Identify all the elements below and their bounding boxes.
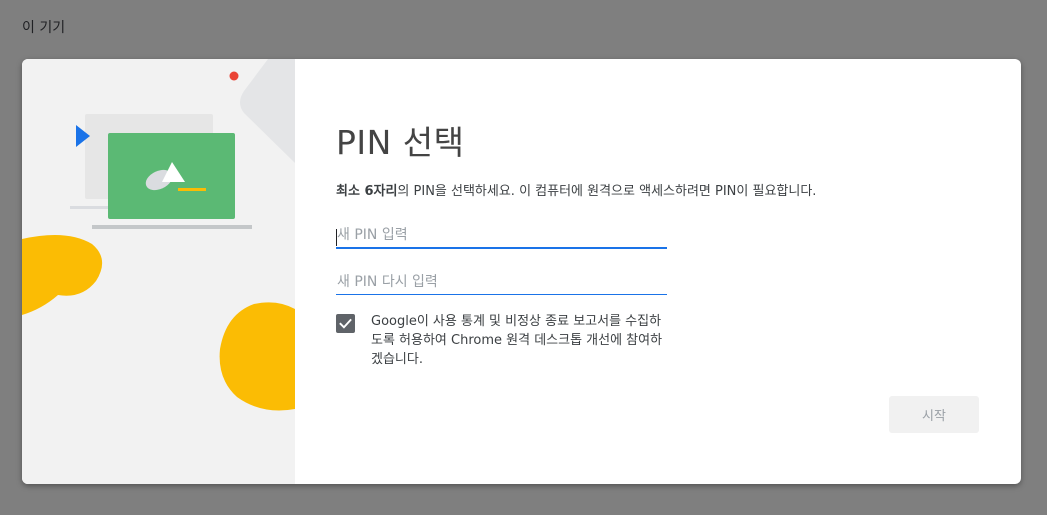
new-pin-input[interactable] <box>336 225 667 249</box>
dialog-description: 최소 6자리의 PIN을 선택하세요. 이 컴퓨터에 원격으로 액세스하려면 P… <box>336 180 816 199</box>
dialog-content: PIN 선택 최소 6자리의 PIN을 선택하세요. 이 컴퓨터에 원격으로 액… <box>295 59 1021 484</box>
illustration-art <box>22 59 295 411</box>
pin-dialog: PIN 선택 최소 6자리의 PIN을 선택하세요. 이 컴퓨터에 원격으로 액… <box>22 59 1021 484</box>
page-heading: 이 기기 <box>22 20 66 36</box>
confirm-pin-input[interactable] <box>336 271 667 295</box>
start-button[interactable]: 시작 <box>889 396 979 433</box>
description-bold: 최소 6자리 <box>336 184 398 199</box>
dialog-title: PIN 선택 <box>336 123 465 162</box>
consent-label: Google이 사용 통계 및 비정상 종료 보고서를 수집하도록 허용하여 C… <box>371 314 663 367</box>
consent-checkbox[interactable] <box>336 314 355 333</box>
check-icon <box>339 318 352 329</box>
description-rest: 의 PIN을 선택하세요. 이 컴퓨터에 원격으로 액세스하려면 PIN이 필요… <box>397 184 817 199</box>
laptop-illustration <box>22 59 295 484</box>
text-caret <box>336 229 337 246</box>
